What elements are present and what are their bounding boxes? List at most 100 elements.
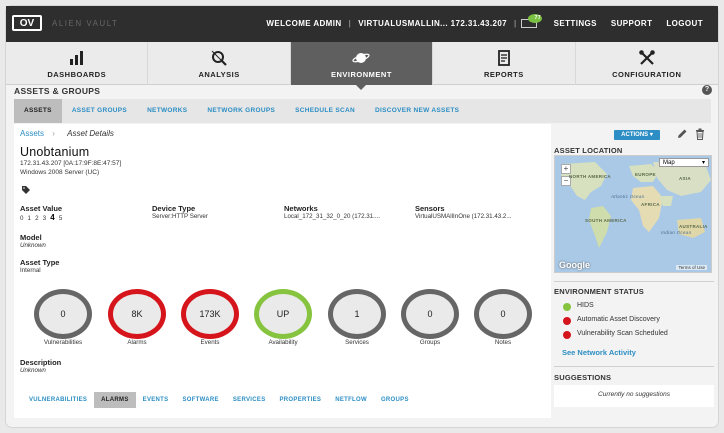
map-label-australia: AUSTRALIA [679,224,708,229]
model-value: Unknown [20,242,46,249]
delete-icon[interactable] [695,128,705,140]
planet-icon [352,53,371,63]
subtab-network-groups[interactable]: NETWORK GROUPS [197,99,285,123]
asset-details-panel: Assets › Asset Details Unobtanium 172.31… [14,124,551,418]
see-network-activity-link[interactable]: See Network Activity [562,348,636,357]
vulnerabilities-stat[interactable]: 0 [34,289,92,339]
tab-groups[interactable]: GROUPS [374,392,416,408]
events-stat[interactable]: 173K [181,289,239,339]
map-label-north-america: NORTH AMERICA [569,174,611,179]
subtab-asset-groups[interactable]: ASSET GROUPS [62,99,137,123]
breadcrumb-assets-link[interactable]: Assets [20,129,44,138]
brand-name: ALIEN VAULT [52,19,119,28]
top-links: WELCOME ADMIN | VIRTUALUSMALLIN... 172.3… [259,14,710,30]
status-dot-green [563,303,571,311]
vulnerabilities-label: Vulnerabilities [43,339,83,346]
map-label-asia: ASIA [679,176,691,181]
nav-dashboards[interactable]: DASHBOARDS [6,42,149,85]
rating-values-low: 0 1 2 3 [20,215,51,222]
settings-link[interactable]: SETTINGS [547,19,604,30]
tab-netflow[interactable]: NETFLOW [328,392,374,408]
networks-value[interactable]: Local_172_31_32_0_20 (172.31.... [284,213,409,220]
services-stat[interactable]: 1 [328,289,386,339]
availability-stat[interactable]: UP [254,289,312,339]
description-value: Unknown [20,367,46,374]
edit-icon[interactable] [676,128,688,140]
device-type-label: Device Type [152,204,196,213]
mail-button[interactable]: 77 [517,14,547,30]
tab-vulnerabilities[interactable]: VULNERABILITIES [22,392,94,408]
actions-button[interactable]: ACTIONS ▾ [614,130,660,140]
host-selector[interactable]: VIRTUALUSMALLIN... 172.31.43.207 [351,19,514,30]
nav-environment[interactable]: ENVIRONMENT [290,42,434,85]
nav-reports[interactable]: REPORTS [433,42,576,85]
subtab-assets[interactable]: ASSETS [14,99,62,123]
map-label-indian: Indian Ocean [661,230,692,235]
notes-count: 0 [500,309,506,319]
map-label-europe: EUROPE [635,172,656,177]
subtab-networks[interactable]: NETWORKS [137,99,197,123]
map-type-dropdown[interactable]: Map ▾ [659,158,709,167]
nav-configuration[interactable]: CONFIGURATION [576,42,718,85]
breadcrumb: Assets › Asset Details [20,129,114,138]
bar-chart-icon [69,51,83,65]
zoom-in-button[interactable]: + [561,164,571,174]
notes-stat[interactable]: 0 [474,289,532,339]
tab-software[interactable]: SOFTWARE [175,392,225,408]
vulnerabilities-count: 0 [60,309,66,319]
tab-events[interactable]: EVENTS [136,392,176,408]
help-icon[interactable]: ? [702,85,712,95]
map-type-value: Map [663,160,675,166]
asset-subtabs: ASSETS ASSET GROUPS NETWORKS NETWORK GRO… [14,99,711,123]
section-title: ASSETS & GROUPS [14,86,101,96]
chevron-down-icon: ▾ [701,160,705,166]
alienvault-logo[interactable]: OV [12,15,42,31]
divider [554,366,714,367]
notes-label: Notes [494,339,512,346]
events-count: 173K [199,309,221,319]
map-label-atlantic: Atlantic Ocean [611,194,645,199]
tag-icon[interactable] [22,186,30,194]
asset-os: Windows 2008 Server (UC) [20,169,100,176]
welcome-text: WELCOME ADMIN [266,19,342,28]
terms-of-use-link[interactable]: Terms of Use [676,265,707,270]
nav-label: CONFIGURATION [612,70,682,79]
nav-label: ANALYSIS [198,70,240,79]
nav-analysis[interactable]: ANALYSIS [148,42,291,85]
tab-services[interactable]: SERVICES [226,392,273,408]
asset-ip-mac: 172.31.43.207 [0A:17:9F:8E:47:57] [20,160,122,167]
suggestions-empty-text: Currently no suggestions [598,391,670,398]
asset-name: Unobtanium [20,145,90,159]
description-label: Description [20,358,62,367]
main-nav: DASHBOARDS ANALYSIS ENVIRONMENT REPORTS … [6,42,718,85]
subtab-schedule-scan[interactable]: SCHEDULE SCAN [285,99,365,123]
alarms-count: 8K [131,309,143,319]
status-dot-red [563,331,571,339]
subtab-discover-new-assets[interactable]: DISCOVER NEW ASSETS [365,99,469,123]
sensors-value[interactable]: VirtualUSMAllInOne (172.31.43.2... [415,213,547,220]
alarms-stat[interactable]: 8K [108,289,166,339]
breadcrumb-separator: › [52,129,55,138]
groups-stat[interactable]: 0 [401,289,459,339]
model-label: Model [20,233,42,242]
suggestions-box: Currently no suggestions [554,385,714,407]
asset-location-title: ASSET LOCATION [554,146,623,155]
logout-link[interactable]: LOGOUT [659,19,710,30]
asset-type-value: Internal [20,267,41,274]
tab-properties[interactable]: PROPERTIES [273,392,329,408]
events-label: Events [200,339,220,346]
mail-count-badge: 77 [527,14,542,23]
asset-type-label: Asset Type [20,258,60,267]
tab-alarms[interactable]: ALARMS [94,392,136,408]
report-icon [497,50,510,66]
top-bar: OV ALIEN VAULT WELCOME ADMIN | VIRTUALUS… [6,6,718,42]
asset-value-rating[interactable]: 0 1 2 3 4 5 [20,213,63,222]
asset-location-map[interactable]: Map ▾ + − NORTH AMERICA EUROPE ASIA AFRIC… [554,155,712,273]
google-logo: Google [559,260,590,270]
status-dot-red [563,317,571,325]
status-asset-discovery: Automatic Asset Discovery [577,316,660,323]
suggestions-title: SUGGESTIONS [554,373,612,382]
map-label-africa: AFRICA [641,202,660,207]
support-link[interactable]: SUPPORT [604,19,659,30]
device-type-value: Server:HTTP Server [152,213,208,220]
